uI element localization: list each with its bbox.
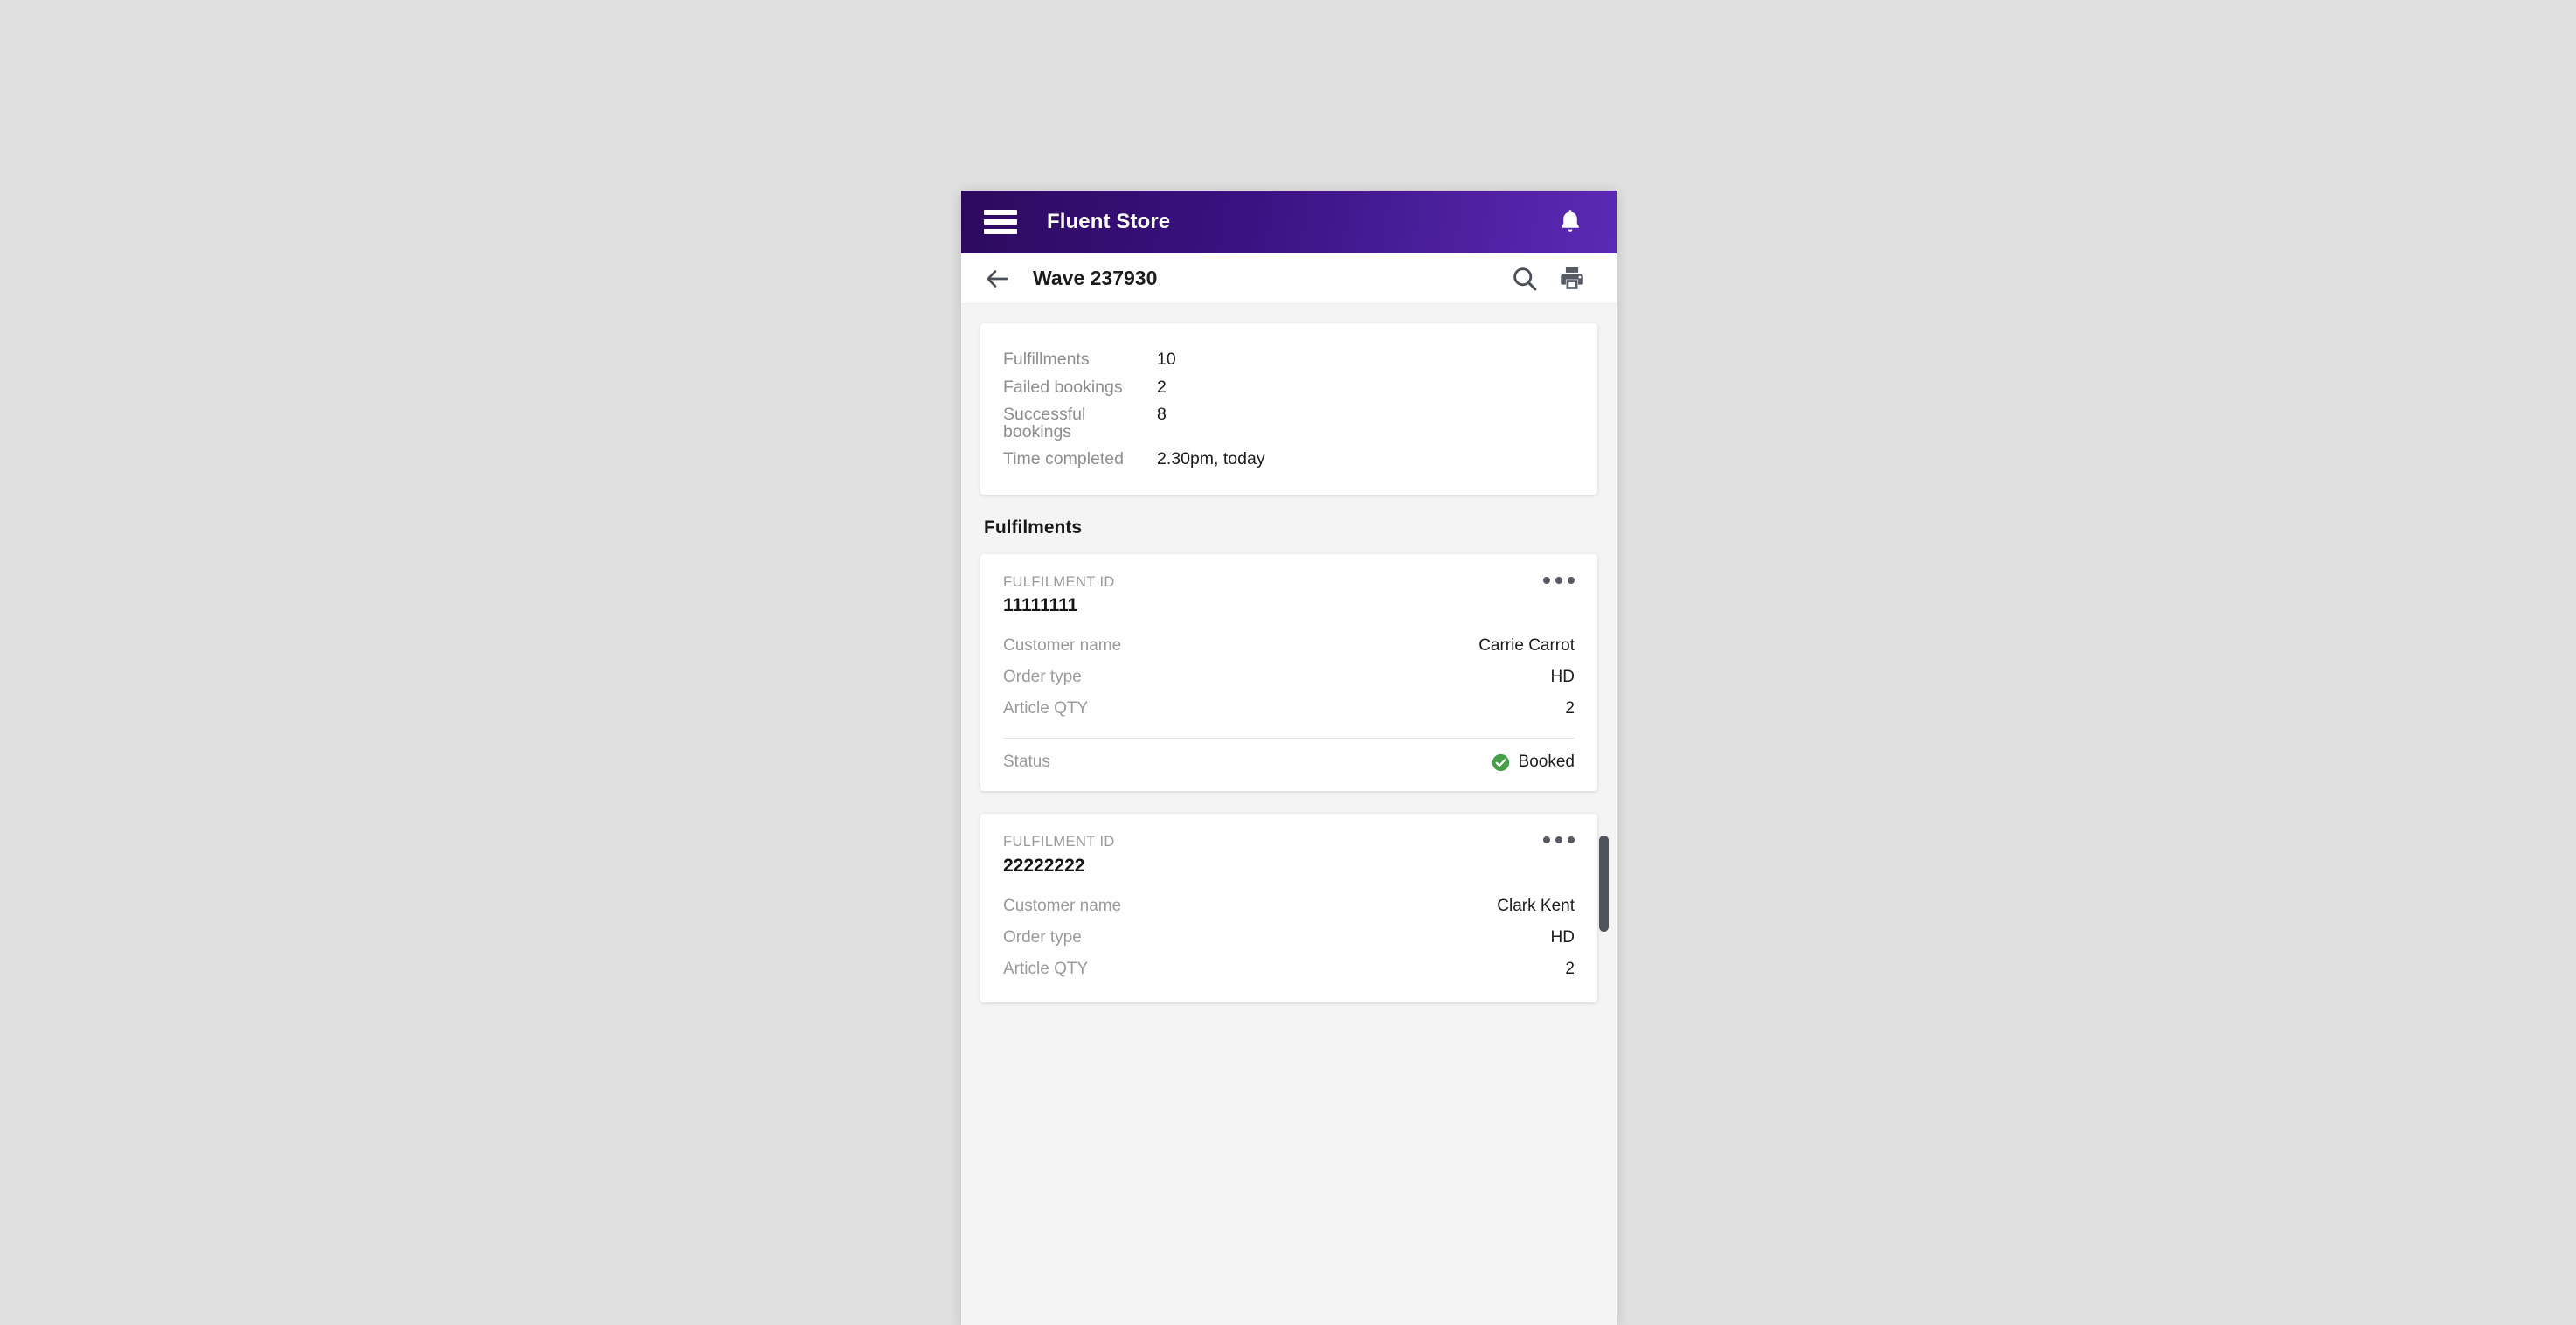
kebab-dot	[1568, 836, 1575, 843]
detail-label: Order type	[1003, 928, 1082, 947]
fulfilment-card[interactable]: FULFILMENT ID 22222222 Customer name Cla…	[980, 814, 1597, 1002]
fulfilment-id-block: FULFILMENT ID 22222222	[1003, 833, 1115, 877]
hamburger-bar	[984, 210, 1017, 215]
summary-label: Failed bookings	[1003, 379, 1157, 397]
detail-value: 2	[1565, 699, 1575, 718]
app-topbar: Fluent Store	[961, 191, 1617, 253]
wave-summary-card: Fulfillments 10 Failed bookings 2 Succes…	[980, 323, 1597, 495]
detail-value: HD	[1551, 668, 1575, 687]
detail-row: Customer name Carrie Carrot	[1003, 630, 1575, 662]
fulfilment-id-block: FULFILMENT ID 11111111	[1003, 573, 1115, 617]
detail-row: Order type HD	[1003, 662, 1575, 693]
fulfilment-id-label: FULFILMENT ID	[1003, 573, 1115, 592]
card-divider	[1003, 738, 1575, 739]
detail-row: Article QTY 2	[1003, 954, 1575, 985]
fulfilments-section-heading: Fulfilments	[984, 517, 1597, 538]
kebab-dot	[1555, 836, 1562, 843]
detail-label: Article QTY	[1003, 699, 1088, 718]
scroll-content[interactable]: Fulfillments 10 Failed bookings 2 Succes…	[961, 304, 1617, 1325]
page-subheader: Wave 237930	[961, 253, 1617, 304]
summary-value: 10	[1157, 351, 1176, 369]
hamburger-bar	[984, 229, 1017, 234]
more-options-icon[interactable]	[1543, 833, 1575, 843]
hamburger-menu-icon[interactable]	[984, 210, 1017, 234]
scrollbar-track	[1598, 304, 1610, 1325]
fulfilment-card-header: FULFILMENT ID 11111111	[1003, 573, 1575, 617]
summary-value: 2.30pm, today	[1157, 451, 1265, 468]
summary-row: Failed bookings 2	[1003, 374, 1575, 402]
summary-row: Time completed 2.30pm, today	[1003, 446, 1575, 474]
detail-label: Customer name	[1003, 897, 1121, 916]
screen-root: Fluent Store Wave 237930	[0, 0, 2576, 1325]
kebab-dot	[1543, 577, 1550, 584]
status-row: Status Booked	[1003, 746, 1575, 773]
kebab-dot	[1543, 836, 1550, 843]
app-brand-title: Fluent Store	[1047, 210, 1170, 234]
summary-row: Successful bookings 8	[1003, 401, 1575, 446]
scrollbar-thumb[interactable]	[1599, 836, 1609, 932]
hamburger-bar	[984, 219, 1017, 225]
arrow-left-icon[interactable]	[984, 267, 1012, 291]
detail-label: Article QTY	[1003, 960, 1088, 979]
summary-label: Time completed	[1003, 451, 1157, 468]
detail-row: Customer name Clark Kent	[1003, 891, 1575, 922]
fulfilment-card-header: FULFILMENT ID 22222222	[1003, 833, 1575, 877]
kebab-dot	[1568, 577, 1575, 584]
detail-value: HD	[1551, 928, 1575, 947]
summary-value: 8	[1157, 406, 1167, 424]
detail-value: Clark Kent	[1497, 897, 1575, 916]
check-circle-icon	[1492, 753, 1510, 772]
detail-row: Order type HD	[1003, 922, 1575, 954]
detail-value: Carrie Carrot	[1478, 636, 1575, 656]
status-label: Status	[1003, 753, 1050, 772]
fulfilment-details: Customer name Carrie Carrot Order type H…	[1003, 630, 1575, 725]
status-badge: Booked	[1492, 753, 1575, 772]
kebab-dot	[1555, 577, 1562, 584]
detail-label: Customer name	[1003, 636, 1121, 656]
bell-icon[interactable]	[1555, 207, 1585, 237]
summary-value: 2	[1157, 379, 1167, 397]
summary-label: Successful bookings	[1003, 406, 1157, 441]
detail-label: Order type	[1003, 668, 1082, 687]
fulfilment-id-label: FULFILMENT ID	[1003, 833, 1115, 851]
summary-label: Fulfillments	[1003, 351, 1157, 369]
detail-row: Article QTY 2	[1003, 693, 1575, 725]
fulfilment-card[interactable]: FULFILMENT ID 11111111 Customer name Car…	[980, 554, 1597, 792]
more-options-icon[interactable]	[1543, 573, 1575, 584]
detail-value: 2	[1565, 960, 1575, 979]
fulfilment-details: Customer name Clark Kent Order type HD A…	[1003, 891, 1575, 985]
summary-row: Fulfillments 10	[1003, 346, 1575, 374]
app-window: Fluent Store Wave 237930	[961, 191, 1617, 1325]
status-text: Booked	[1519, 753, 1575, 772]
print-icon[interactable]	[1557, 264, 1587, 294]
fulfilment-id-value: 11111111	[1003, 594, 1115, 616]
fulfilment-id-value: 22222222	[1003, 855, 1115, 877]
page-title: Wave 237930	[1033, 267, 1157, 290]
search-icon[interactable]	[1510, 264, 1540, 294]
